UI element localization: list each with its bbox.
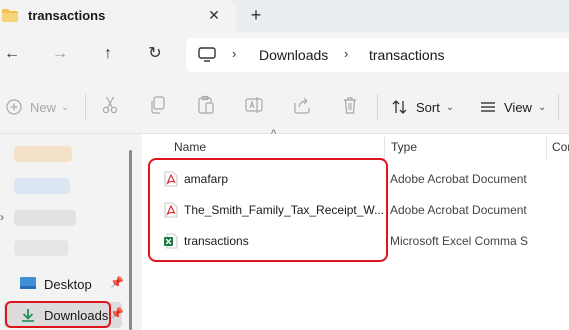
tab-title: transactions [28,8,106,23]
folder-icon [2,9,18,22]
view-button[interactable]: View ⌄ [480,96,546,118]
desktop-icon [20,277,36,289]
column-divider[interactable] [384,136,385,160]
new-button[interactable]: New ⌄ [6,96,69,118]
expand-chevron-icon[interactable]: › [0,210,4,224]
command-bar: New ⌄ Sort ⌄ View ⌄ [0,78,569,134]
chevron-down-icon: ⌄ [537,101,547,113]
pin-icon: 📌 [110,308,124,320]
file-type: Adobe Acrobat Document [390,203,527,217]
breadcrumb-chevron-icon[interactable]: › [232,46,236,61]
breadcrumb-downloads[interactable]: Downloads [259,47,328,63]
rename-icon[interactable] [244,95,264,115]
view-label: View [504,99,532,115]
downloads-highlight [5,301,111,328]
back-button[interactable]: ← [2,44,22,64]
divider [377,94,378,120]
blurred-item [14,178,70,194]
column-header-date[interactable]: Cor [552,140,569,154]
divider [558,94,559,120]
delete-icon[interactable] [340,95,360,115]
up-button[interactable]: ↑ [98,44,118,64]
sort-button[interactable]: Sort ⌄ [392,96,454,118]
title-bar: transactions ✕ + [0,0,569,32]
monitor-icon[interactable] [198,47,216,62]
divider [85,94,86,120]
share-icon[interactable] [292,95,312,115]
cut-icon[interactable] [100,95,120,115]
blurred-item [14,240,68,256]
sidebar-item-label: Desktop [44,277,92,292]
chevron-down-icon: ⌄ [445,101,455,113]
blurred-item [14,210,76,226]
refresh-button[interactable]: ↻ [145,44,165,64]
column-header-name[interactable]: Name [174,140,206,154]
breadcrumb-transactions[interactable]: transactions [369,47,444,63]
tab-transactions[interactable]: transactions ✕ [0,0,236,32]
paste-icon[interactable] [196,95,216,115]
view-icon [481,102,495,112]
pin-icon: 📌 [110,277,124,289]
column-header-type[interactable]: Type [391,140,417,154]
new-label: New [30,99,57,115]
new-tab-button[interactable]: + [248,5,264,25]
blurred-item [14,146,72,162]
plus-circle-icon [6,99,22,115]
sort-icon [392,100,407,114]
column-divider[interactable] [546,136,547,160]
forward-button[interactable]: → [50,44,70,64]
sidebar-scrollbar[interactable] [129,150,132,330]
navigation-bar: ← → ↑ ↻ › Downloads › transactions [0,32,569,78]
close-tab-icon[interactable]: ✕ [206,6,222,24]
files-highlight [148,158,388,262]
file-type: Adobe Acrobat Document [390,172,527,186]
address-bar[interactable]: › Downloads › transactions [186,38,569,72]
breadcrumb-chevron-icon[interactable]: › [344,46,348,61]
copy-icon[interactable] [148,95,168,115]
sort-label: Sort [416,99,440,115]
sidebar-item-desktop[interactable]: Desktop 📌 [4,271,124,297]
sort-ascending-icon: ^ [271,128,277,140]
file-type: Microsoft Excel Comma S [390,234,529,248]
chevron-down-icon: ⌄ [61,101,70,113]
